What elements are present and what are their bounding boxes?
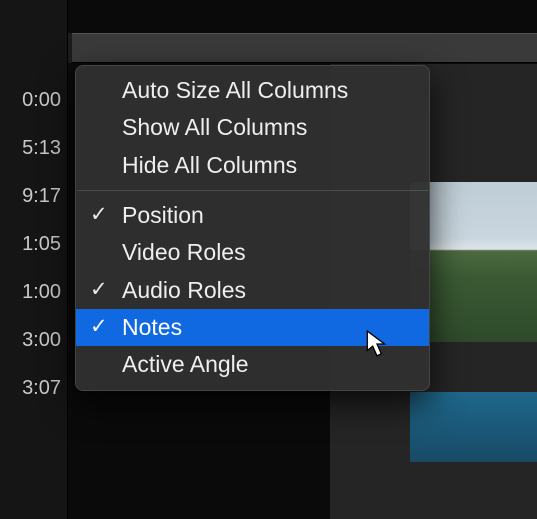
checkmark-icon: ✓ (90, 312, 108, 342)
timecode-value: 0:00 (0, 80, 67, 128)
menu-item-label: Audio Roles (122, 277, 246, 303)
checkmark-icon: ✓ (90, 200, 108, 230)
menu-separator (77, 190, 428, 191)
menu-column-toggle[interactable]: ✓ Audio Roles (76, 272, 429, 309)
timecode-column: 0:005:139:171:051:003:003:07 (0, 0, 68, 519)
menu-column-toggle[interactable]: ✓ Notes (76, 309, 429, 346)
timecode-value: 3:07 (0, 368, 67, 416)
menu-item-label: Notes (122, 314, 182, 340)
menu-column-toggle[interactable]: ✓ Position (76, 197, 429, 234)
clip-audio-waveform[interactable] (410, 392, 537, 462)
menu-item-label: Position (122, 202, 204, 228)
menu-command[interactable]: Show All Columns (76, 109, 429, 146)
menu-item-label: Active Angle (122, 351, 249, 377)
column-context-menu: Auto Size All ColumnsShow All ColumnsHid… (75, 65, 430, 391)
timecode-value: 1:05 (0, 224, 67, 272)
menu-column-toggle[interactable]: Video Roles (76, 234, 429, 271)
timecode-value: 3:00 (0, 320, 67, 368)
menu-item-label: Video Roles (122, 239, 246, 265)
timecode-value: 5:13 (0, 128, 67, 176)
menu-column-toggle[interactable]: Active Angle (76, 346, 429, 383)
menu-command[interactable]: Auto Size All Columns (76, 72, 429, 109)
checkmark-icon: ✓ (90, 275, 108, 305)
timecode-value: 1:00 (0, 272, 67, 320)
timecode-value: 9:17 (0, 176, 67, 224)
menu-command[interactable]: Hide All Columns (76, 147, 429, 184)
column-header-strip[interactable] (0, 33, 537, 63)
